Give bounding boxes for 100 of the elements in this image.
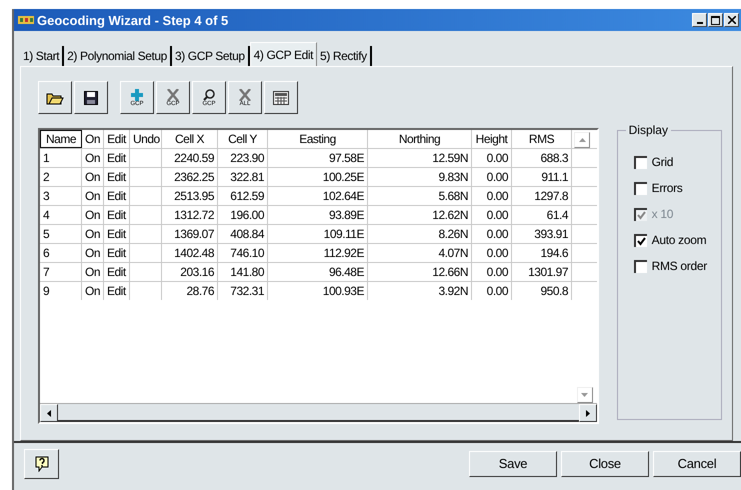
dialog-button[interactable]: Cancel	[653, 450, 741, 476]
table-cell: 0.00	[472, 206, 512, 224]
dialog-button[interactable]: Close	[561, 450, 649, 476]
column-header[interactable]: Name	[40, 130, 82, 148]
help-button[interactable]	[24, 448, 59, 478]
table-cell: 2362.25	[162, 168, 218, 186]
table-cell: 12.59N	[368, 149, 472, 167]
table-cell: 1369.07	[162, 225, 218, 243]
horizontal-scrollbar[interactable]	[40, 403, 597, 422]
table-cell: Edit	[104, 225, 130, 243]
minimize-button[interactable]	[692, 13, 707, 27]
tab[interactable]: 2) Polynomial Setup	[64, 46, 172, 66]
table-cell: 612.59	[218, 187, 268, 205]
table-cell: Edit	[104, 149, 130, 167]
tab[interactable]: 1) Start	[20, 46, 64, 66]
table-cell: On	[82, 149, 104, 167]
table-cell: 12.66N	[368, 263, 472, 281]
table-cell: 4.07N	[368, 244, 472, 262]
toolbar-button[interactable]	[264, 81, 298, 114]
table-cell: 194.6	[512, 244, 572, 262]
table-cell: 0.00	[472, 244, 512, 262]
group-title: Display	[626, 123, 671, 137]
table-cell: 203.16	[162, 263, 218, 281]
table-cell: 102.64E	[268, 187, 368, 205]
table-cell: 196.00	[218, 206, 268, 224]
check-icon	[636, 210, 646, 220]
toolbar-button[interactable]	[74, 81, 108, 114]
magnifier-icon	[202, 88, 216, 100]
table-cell: 3.92N	[368, 282, 472, 300]
checkbox[interactable]	[634, 156, 647, 168]
checkbox[interactable]	[634, 182, 647, 194]
dialog-button[interactable]: Save	[469, 450, 557, 476]
table-cell: 93.89E	[268, 206, 368, 224]
table-cell: Edit	[104, 187, 130, 205]
table-cell: 4	[40, 206, 82, 224]
checkbox-option[interactable]: Auto zoom	[618, 233, 721, 247]
window-title: Geocoding Wizard - Step 4 of 5	[37, 12, 230, 28]
scroll-left-button[interactable]	[40, 404, 58, 422]
table-cell: 322.81	[218, 168, 268, 186]
table-cell: 61.4	[512, 206, 572, 224]
cross-icon	[166, 88, 180, 100]
table-cell: 223.90	[218, 149, 268, 167]
table-cell: 100.25E	[268, 168, 368, 186]
table-cell: 688.3	[512, 149, 572, 167]
help-icon	[34, 456, 48, 472]
maximize-button[interactable]	[708, 13, 723, 27]
table-cell: 28.76	[162, 282, 218, 300]
table-cell: Edit	[104, 206, 130, 224]
table-cell: 141.80	[218, 263, 268, 281]
table-cell: 393.91	[512, 225, 572, 243]
table-cell: 1297.8	[512, 187, 572, 205]
table-cell: 0.00	[472, 225, 512, 243]
table-cell: On	[82, 282, 104, 300]
tab[interactable]: 4) GCP Edit	[250, 42, 318, 66]
checkbox[interactable]	[634, 234, 647, 246]
table-cell: 12.62N	[368, 206, 472, 224]
table-cell: On	[82, 187, 104, 205]
checkbox[interactable]	[634, 260, 647, 272]
close-icon	[728, 16, 736, 24]
table-cell: Edit	[104, 263, 130, 281]
left-arrow-icon	[47, 410, 51, 416]
table-cell: 2513.95	[162, 187, 218, 205]
table-cell: 1301.97	[512, 263, 572, 281]
table-cell: 0.00	[472, 149, 512, 167]
table-cell: 9.83N	[368, 168, 472, 186]
scroll-up-button[interactable]	[574, 132, 590, 148]
table-cell: 3	[40, 187, 82, 205]
table-cell: 1402.48	[162, 244, 218, 262]
table-cell: 911.1	[512, 168, 572, 186]
cross-icon	[238, 88, 252, 100]
table-cell: Edit	[104, 282, 130, 300]
table-cell: 112.92E	[268, 244, 368, 262]
table-cell: Edit	[104, 168, 130, 186]
table-cell: 8.26N	[368, 225, 472, 243]
tab[interactable]: 5) Rectify	[317, 46, 372, 66]
app-icon	[18, 16, 34, 24]
check-icon	[636, 236, 646, 246]
floppy-icon	[84, 90, 98, 104]
toolbar-button[interactable]	[38, 81, 72, 114]
table-cell: 732.31	[218, 282, 268, 300]
table-cell: 96.48E	[268, 263, 368, 281]
table-cell: 746.10	[218, 244, 268, 262]
table-cell: 97.58E	[268, 149, 368, 167]
table-cell: On	[82, 206, 104, 224]
table-cell: 1312.72	[162, 206, 218, 224]
table-cell: On	[82, 244, 104, 262]
table-cell: 9	[40, 282, 82, 300]
up-arrow-icon	[578, 138, 586, 142]
checkbox-option[interactable]: Errors	[618, 181, 721, 195]
right-arrow-icon	[586, 410, 590, 416]
scroll-right-button[interactable]	[578, 404, 597, 422]
folder-icon	[46, 90, 64, 104]
maximize-icon	[711, 16, 720, 24]
checkbox-option[interactable]: Grid	[618, 155, 721, 169]
table-cell: 5	[40, 225, 82, 243]
table-cell: 109.11E	[268, 225, 368, 243]
table-cell: 7	[40, 263, 82, 281]
close-button[interactable]	[724, 13, 739, 27]
checkbox-option[interactable]: RMS order	[618, 259, 721, 273]
plus-icon	[130, 88, 144, 100]
